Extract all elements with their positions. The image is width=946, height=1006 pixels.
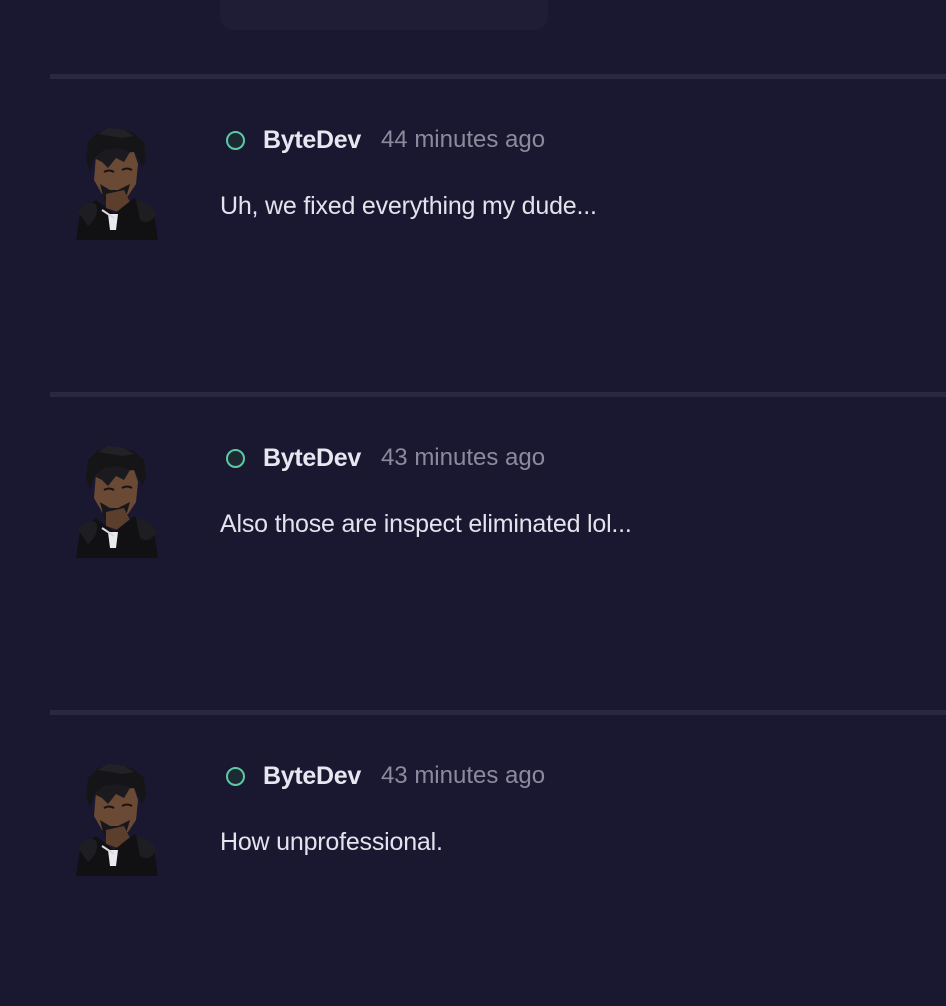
post-header: ByteDev 43 minutes ago [226, 440, 545, 476]
post-message: How unprofessional. [220, 828, 443, 856]
post-message: Uh, we fixed everything my dude... [220, 192, 597, 220]
comment-post: ByteDev 43 minutes ago How unprofessiona… [50, 716, 946, 1006]
username-link[interactable]: ByteDev [263, 762, 361, 791]
status-online-icon [226, 448, 245, 468]
user-avatar[interactable] [74, 128, 160, 240]
user-avatar[interactable] [74, 764, 160, 876]
user-avatar[interactable] [74, 446, 160, 558]
status-online-icon [226, 130, 245, 150]
post-divider [50, 710, 946, 715]
post-timestamp: 44 minutes ago [380, 126, 546, 153]
post-divider [50, 74, 946, 79]
previous-post-card [220, 0, 548, 30]
status-online-icon [226, 766, 245, 786]
username-link[interactable]: ByteDev [263, 126, 361, 155]
comment-thread: ByteDev 44 minutes ago Uh, we fixed ever… [0, 0, 946, 1006]
post-header: ByteDev 43 minutes ago [226, 758, 545, 794]
post-divider [50, 392, 946, 397]
post-header: ByteDev 44 minutes ago [226, 122, 545, 158]
username-link[interactable]: ByteDev [263, 444, 361, 473]
post-timestamp: 43 minutes ago [380, 762, 546, 789]
post-timestamp: 43 minutes ago [380, 444, 546, 471]
post-message: Also those are inspect eliminated lol... [220, 510, 632, 538]
comment-post: ByteDev 43 minutes ago Also those are in… [50, 398, 946, 708]
comment-post: ByteDev 44 minutes ago Uh, we fixed ever… [50, 80, 946, 390]
